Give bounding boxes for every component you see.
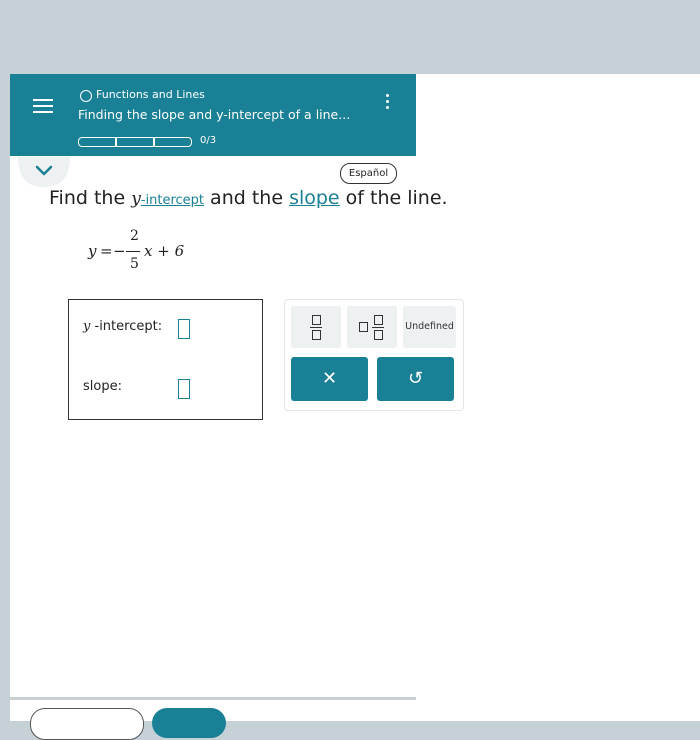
progress-segment bbox=[116, 137, 154, 147]
topic-label: Functions and Lines bbox=[96, 88, 205, 101]
mixed-number-icon bbox=[359, 315, 385, 340]
intercept-link[interactable]: intercept bbox=[146, 193, 205, 208]
equation-equals: = bbox=[100, 242, 113, 260]
equation-lhs: y bbox=[88, 242, 97, 260]
chevron-down-icon bbox=[18, 157, 70, 187]
close-icon: ✕ bbox=[321, 368, 338, 389]
fraction-denominator: 5 bbox=[130, 256, 139, 272]
more-vertical-icon[interactable] bbox=[380, 89, 396, 115]
line-equation: y = − 2 5 x + 6 bbox=[88, 228, 208, 278]
explanation-button[interactable] bbox=[30, 708, 144, 740]
fraction-numerator: 2 bbox=[130, 228, 139, 244]
menu-icon[interactable] bbox=[28, 95, 58, 117]
y-intercept-text: -intercept: bbox=[94, 319, 163, 334]
undo-icon: ↺ bbox=[407, 368, 424, 389]
clear-button[interactable]: ✕ bbox=[291, 357, 368, 401]
fraction-key[interactable] bbox=[291, 306, 341, 348]
mixed-number-key[interactable] bbox=[347, 306, 397, 348]
progress-bar bbox=[78, 137, 197, 147]
top-background bbox=[0, 0, 700, 74]
language-toggle-button[interactable]: Español bbox=[340, 163, 397, 184]
question-suffix: of the line. bbox=[339, 187, 448, 209]
question-prompt: Find the y-intercept and the slope of th… bbox=[49, 187, 448, 209]
equation-minus: − bbox=[113, 242, 126, 260]
y-intercept-variable: y bbox=[83, 319, 91, 334]
slope-link[interactable]: slope bbox=[289, 187, 340, 209]
equation-rest: x + 6 bbox=[144, 242, 185, 260]
topic-status-icon bbox=[80, 90, 92, 102]
fraction-bar bbox=[126, 251, 140, 252]
question-y-variable: y bbox=[131, 189, 141, 209]
undo-button[interactable]: ↺ bbox=[377, 357, 454, 401]
progress-count: 0/3 bbox=[200, 135, 217, 146]
progress-segment bbox=[154, 137, 192, 147]
answer-panel: y -intercept: slope: bbox=[68, 299, 263, 420]
lesson-header: Functions and Lines Finding the slope an… bbox=[10, 74, 416, 156]
y-intercept-input[interactable] bbox=[178, 319, 190, 339]
undefined-key[interactable]: Undefined bbox=[403, 306, 456, 348]
fraction-icon bbox=[310, 315, 322, 340]
collapse-button[interactable] bbox=[18, 157, 70, 187]
math-keypad: Undefined ✕ ↺ bbox=[284, 299, 464, 411]
footer-divider bbox=[10, 697, 416, 700]
slope-label: slope: bbox=[83, 379, 122, 394]
question-middle: and the bbox=[204, 187, 290, 209]
question-prefix: Find the bbox=[49, 187, 132, 209]
slope-input[interactable] bbox=[178, 379, 190, 399]
left-rail bbox=[0, 74, 10, 721]
lesson-title: Finding the slope and y-intercept of a l… bbox=[78, 107, 351, 122]
y-intercept-label: y -intercept: bbox=[83, 319, 162, 334]
progress-segment bbox=[78, 137, 116, 147]
check-button[interactable] bbox=[152, 708, 226, 738]
